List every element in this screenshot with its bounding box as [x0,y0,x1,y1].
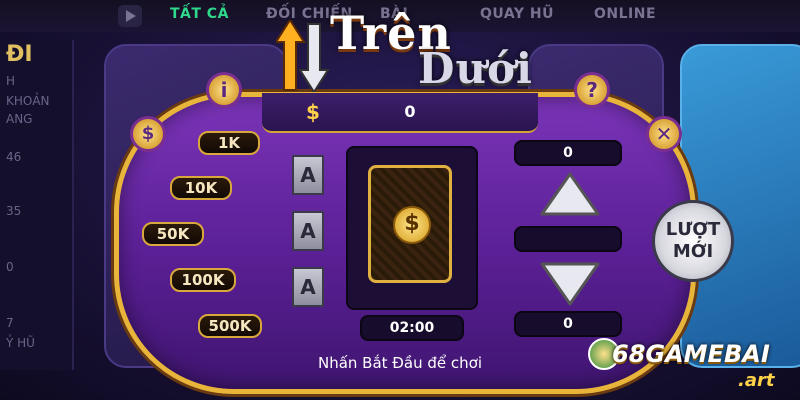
help-button[interactable]: ? [574,72,610,108]
tab-online[interactable]: ONLINE [594,6,656,22]
brand-name: 68GAMEBAI [612,340,770,368]
chip-50k[interactable]: 50K [142,222,204,246]
history-card: A [292,267,324,307]
lower-bet-value: 0 [514,311,622,337]
new-round-button[interactable]: LƯỢT MỚI [652,200,734,282]
middle-value [514,226,622,252]
left-side-panel: ĐI H KHOẢN ANG 46 35 0 7 Ỷ HŨ [0,40,74,370]
new-round-label-1: LƯỢT [665,219,721,240]
left-panel-line: 7 [6,316,14,330]
status-message: Nhấn Bắt Đầu để chơi [317,354,483,372]
play-icon[interactable] [118,5,142,27]
left-panel-heading: ĐI [6,42,33,67]
down-arrow-button[interactable] [540,260,600,306]
chip-100k[interactable]: 100K [170,268,236,292]
balance-value: 0 [404,102,416,121]
close-button[interactable]: ✕ [646,116,682,152]
history-card: A [292,211,324,251]
left-panel-line: 46 [6,150,22,164]
left-panel-line: KHOẢN [6,94,50,108]
upper-bet-value: 0 [514,140,622,166]
left-panel-line: Ỷ HŨ [6,336,35,350]
dollar-icon: $ [306,100,320,124]
card-coin-emblem: $ [393,206,431,244]
left-panel-line: H [6,74,16,88]
up-down-arrows-icon [276,20,330,92]
left-panel-line: 0 [6,260,14,274]
game-title-duoi: Dưới [418,44,533,93]
tab-tat-ca[interactable]: TẤT CẢ [170,6,229,22]
left-panel-line: ANG [6,112,33,126]
up-arrow-button[interactable] [540,172,600,218]
brand-suffix: .art [738,370,775,391]
chip-500k[interactable]: 500K [198,314,262,338]
timer: 02:00 [360,315,464,341]
info-button[interactable]: i [206,72,242,108]
left-panel-line: 35 [6,204,22,218]
new-round-label-2: MỚI [672,241,714,262]
tab-quay-hu[interactable]: QUAY HŨ [480,6,554,22]
chip-10k[interactable]: 10K [170,176,232,200]
coin-bag-icon: $ [130,116,166,152]
chip-1k[interactable]: 1K [198,131,260,155]
history-card: A [292,155,324,195]
